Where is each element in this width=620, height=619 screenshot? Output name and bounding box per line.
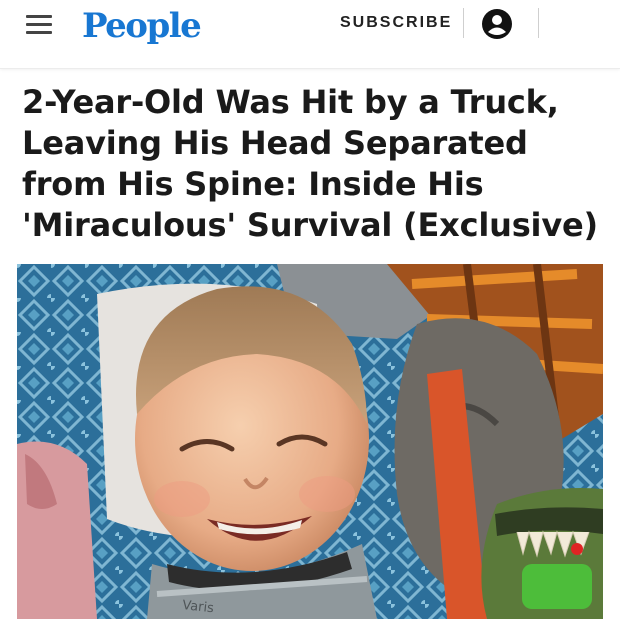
site-header: People SUBSCRIBE <box>0 0 620 69</box>
header-divider-right <box>538 8 539 38</box>
article-headline: 2-Year-Old Was Hit by a Truck, Leaving H… <box>22 83 598 244</box>
user-account-icon[interactable] <box>482 9 512 39</box>
article-hero-image[interactable]: Varis <box>17 264 603 619</box>
header-divider <box>463 8 464 38</box>
hamburger-menu-icon[interactable] <box>26 15 56 35</box>
people-logo[interactable]: People <box>82 6 202 46</box>
subscribe-button[interactable]: SUBSCRIBE <box>340 14 452 32</box>
